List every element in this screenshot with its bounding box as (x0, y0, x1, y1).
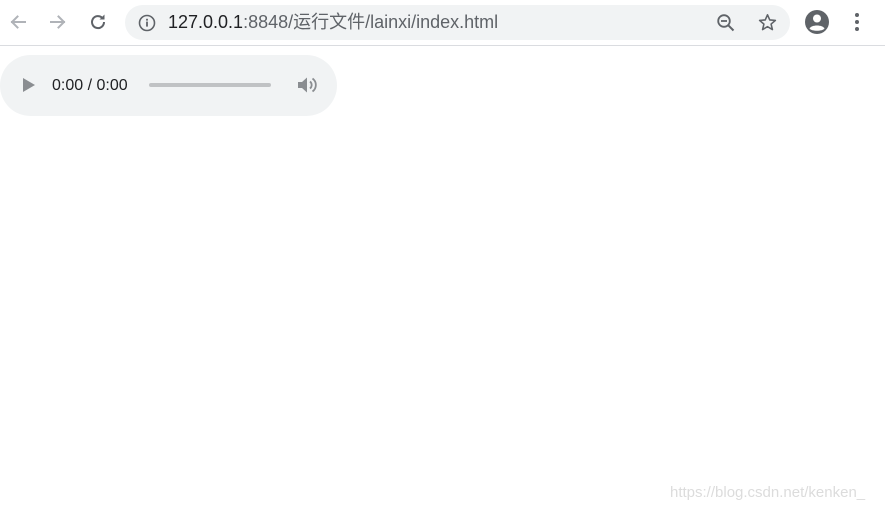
forward-button[interactable] (44, 7, 72, 37)
arrow-right-icon (50, 15, 66, 29)
volume-icon[interactable] (296, 75, 318, 95)
time-display: 0:00 / 0:00 (52, 77, 128, 94)
back-button[interactable] (4, 7, 32, 37)
url-host: 127.0.0.1 (168, 12, 244, 32)
url-text[interactable]: 127.0.0.1:8848/运行文件/lainxi/index.html (168, 5, 498, 40)
three-dots-vertical-icon[interactable] (848, 11, 866, 33)
browser-toolbar: 127.0.0.1:8848/运行文件/lainxi/index.html (0, 0, 885, 46)
info-icon[interactable] (138, 14, 156, 32)
url-path: :8848/运行文件/lainxi/index.html (243, 12, 499, 32)
account-circle-icon[interactable] (804, 9, 830, 35)
play-icon[interactable] (22, 77, 36, 93)
progress-slider[interactable] (149, 83, 271, 87)
reload-button[interactable] (84, 7, 112, 37)
star-icon[interactable] (757, 12, 778, 33)
address-bar[interactable]: 127.0.0.1:8848/运行文件/lainxi/index.html (125, 5, 790, 40)
arrow-left-icon (10, 15, 26, 29)
reload-icon (91, 14, 106, 30)
watermark-text: https://blog.csdn.net/kenken_ (670, 484, 866, 501)
zoom-out-icon[interactable] (716, 13, 736, 33)
audio-player: 0:00 / 0:00 (0, 55, 337, 116)
